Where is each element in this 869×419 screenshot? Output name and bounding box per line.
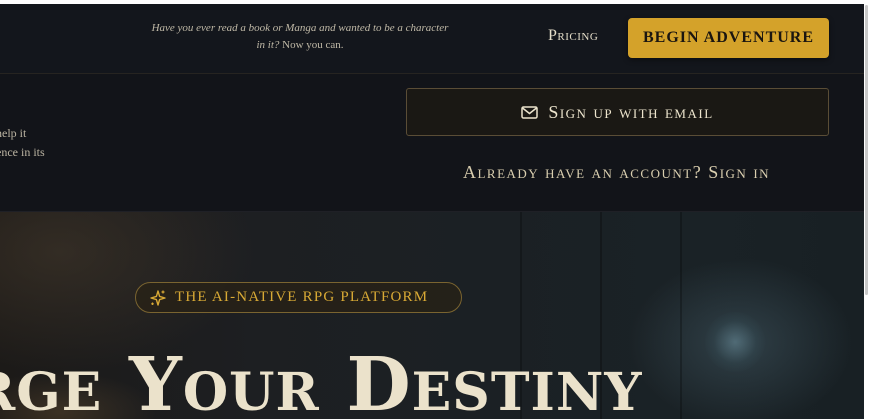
scrollbar-thumb[interactable] [865, 5, 868, 295]
mail-icon [521, 105, 539, 119]
clipped-description: help it ence in its [0, 124, 45, 162]
background-bookshelf [680, 212, 682, 419]
description-line: help it [0, 126, 27, 140]
header-tagline: Have you ever read a book or Manga and w… [150, 20, 450, 54]
background-lantern-glow [705, 312, 765, 372]
description-line: ence in its [0, 145, 45, 159]
email-button-label: Sign up with email [548, 101, 714, 122]
pricing-link[interactable]: Pricing [548, 27, 598, 45]
sign-in-link[interactable]: Already have an account? Sign in [406, 162, 827, 183]
window-edge [0, 0, 864, 4]
platform-badge: THE AI-NATIVE RPG PLATFORM [135, 282, 462, 313]
begin-adventure-button[interactable]: BEGIN ADVENTURE [628, 18, 829, 58]
hero-title: rge Your Destiny [0, 342, 643, 419]
top-navigation-bar: Have you ever read a book or Manga and w… [0, 0, 864, 74]
badge-label: THE AI-NATIVE RPG PLATFORM [175, 289, 429, 305]
sparkles-icon [150, 289, 166, 306]
hero-section: THE AI-NATIVE RPG PLATFORM rge Your Dest… [0, 212, 864, 419]
sign-up-with-email-button[interactable]: Sign up with email [406, 88, 829, 136]
page: Have you ever read a book or Manga and w… [0, 0, 864, 419]
tagline-answer: Now you can. [282, 39, 344, 51]
signup-panel: help it ence in its Sign up with email A… [0, 74, 864, 212]
